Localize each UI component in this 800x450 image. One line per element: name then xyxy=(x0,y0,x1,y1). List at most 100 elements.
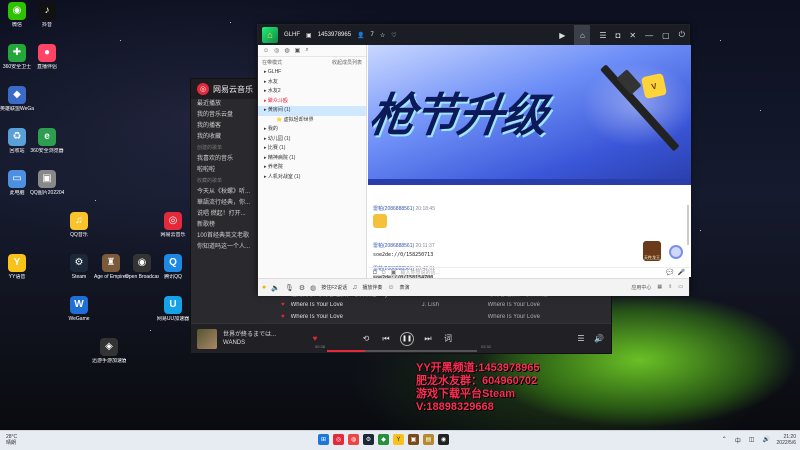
globe-icon[interactable]: ◍ xyxy=(284,47,289,54)
gamepad-icon[interactable]: ◘ xyxy=(616,31,621,40)
prev-icon[interactable]: ⏮ xyxy=(380,334,392,344)
microphone-icon[interactable]: 🎙 xyxy=(285,284,294,292)
channel-item[interactable]: ▸ GLHF xyxy=(258,68,366,78)
yy-window[interactable]: ⌂ GLHF ▣ 1453978965 👤 7 ☆ ♡ ▶ ⌂ ☰ ◘ ✕ — … xyxy=(257,24,691,296)
table-row[interactable]: ♥ Where Is Your Love Where Is Your Love xyxy=(261,311,611,323)
sidebar-item[interactable]: 你知道吗这一个人... xyxy=(191,242,261,253)
desktop-icon[interactable]: ♫ QQ音乐 xyxy=(62,212,96,238)
sidebar-item[interactable]: 今天从《秋螺》听... xyxy=(191,187,261,198)
yy-logo-icon[interactable]: ● xyxy=(262,284,266,291)
clock[interactable]: 21:20 2022/5/6 xyxy=(777,434,796,446)
desktop-icon[interactable]: ♻ 回收站 xyxy=(0,128,34,154)
taskbar-obs-icon[interactable]: ◉ xyxy=(438,434,449,445)
sidebar-item[interactable]: 新歌榜 xyxy=(191,220,261,231)
desktop-icon[interactable]: ✚ 360安全卫士 xyxy=(0,44,34,70)
card-icon[interactable]: ▣ xyxy=(295,47,301,54)
show-icon[interactable]: ☺ xyxy=(387,284,394,291)
sidebar-item[interactable]: 100首经典英文老歌 xyxy=(191,231,261,242)
channel-item[interactable]: ▸ 黄房间 (1) xyxy=(258,106,366,116)
gamepad-small-icon[interactable]: ◘ xyxy=(373,270,377,276)
message-sender[interactable]: 雷帕(2086888561) xyxy=(373,243,414,249)
play-accompaniment-button[interactable]: 播放伴奏 xyxy=(362,284,382,291)
push-to-talk-button[interactable]: 按住F2说话 xyxy=(321,284,347,291)
tv-icon[interactable]: ▭ xyxy=(678,284,683,291)
channel-item[interactable]: ▸ 水友2 xyxy=(258,87,366,97)
loop-icon[interactable]: ⟲ xyxy=(360,334,372,343)
sidebar-item[interactable]: 我的音乐云盘 xyxy=(191,110,261,121)
volume-tray-icon[interactable]: 🔊 xyxy=(763,436,770,445)
pin-icon[interactable]: ✕ xyxy=(629,31,636,40)
sidebar-item[interactable]: 最近播放 xyxy=(191,99,261,110)
chat-scrollbar[interactable] xyxy=(687,205,689,245)
table-row[interactable]: ♥ Where Is Your Love J. Lish Where Is Your … xyxy=(261,299,611,311)
desktop-icon[interactable]: ♜ Age of Empires... xyxy=(94,254,128,280)
desktop-icon[interactable]: ⚙ Steam xyxy=(62,254,96,280)
desktop-icon[interactable]: ♪ 抖音 xyxy=(30,2,64,28)
share-icon[interactable]: ⇪ xyxy=(668,284,672,291)
chat-input[interactable]: 输入你想说的话... xyxy=(400,269,662,276)
headset-icon[interactable]: ◍ xyxy=(310,284,316,292)
emoji-icon[interactable]: ☺ xyxy=(381,270,387,276)
desktop-icon[interactable]: Q 腾讯QQ xyxy=(156,254,190,280)
image-icon[interactable]: ▣ xyxy=(391,269,397,276)
gift-icon[interactable]: 天性龙王 xyxy=(643,241,661,261)
sidebar-item[interactable]: 啦啦啦 xyxy=(191,165,261,176)
desktop-icon[interactable]: ◎ 网易云音乐 xyxy=(156,212,190,238)
event-banner[interactable]: 枪节升级 V xyxy=(368,45,691,185)
sidebar-item[interactable]: 我的播客 xyxy=(191,121,261,132)
playlist-icon[interactable]: ☰ xyxy=(575,334,587,343)
taskbar-yy-icon[interactable]: Y xyxy=(393,434,404,445)
sidebar-item[interactable]: 说唱 燃起！打开... xyxy=(191,209,261,220)
settings-icon[interactable]: ⚙ xyxy=(299,284,305,292)
app-center-button[interactable]: 应用中心 xyxy=(631,284,651,291)
channel-item[interactable]: ▸ 聚众斗殴 xyxy=(258,97,366,107)
weather-widget[interactable]: 28°C 晴朗 xyxy=(6,434,17,446)
pause-button[interactable]: ❚❚ xyxy=(400,331,414,346)
input-language[interactable]: 中 xyxy=(735,436,741,445)
progress-bar[interactable]: 00:38 02:32 xyxy=(315,344,491,352)
favorite-icon[interactable]: ♡ xyxy=(391,32,396,39)
desktop-icon[interactable]: U 网易UU加速器 xyxy=(156,296,190,322)
desktop-icon[interactable]: ◈ 迅游手游加速器 xyxy=(92,338,126,364)
sidebar-item[interactable]: 我的收藏 xyxy=(191,132,261,143)
channel-item[interactable]: ▸ 养老院 xyxy=(258,163,366,173)
album-cover[interactable] xyxy=(197,328,217,349)
chat-bubble-icon[interactable]: 💬 xyxy=(666,269,673,276)
speaker-icon[interactable]: 🔈 xyxy=(271,284,280,292)
power-icon[interactable]: ⏻ xyxy=(679,30,685,40)
taskbar-game-icon[interactable]: ◆ xyxy=(378,434,389,445)
taskbar-app2-icon[interactable]: ▤ xyxy=(423,434,434,445)
mic-icon[interactable]: 🎤 xyxy=(678,269,691,276)
channel-item[interactable]: ▸ 水友 xyxy=(258,78,366,88)
minimize-icon[interactable]: — xyxy=(645,31,653,40)
maximize-icon[interactable]: ▢ xyxy=(662,31,670,40)
taskbar-chrome-icon[interactable]: ◍ xyxy=(348,434,359,445)
desktop-icon[interactable]: e 360安全浏览器 xyxy=(30,128,64,154)
volume-icon[interactable]: 🔊 xyxy=(593,334,605,343)
apps-grid-icon[interactable]: ▦ xyxy=(657,284,662,291)
channel-item[interactable]: ▸ 幼儿园 (1) xyxy=(258,135,366,145)
channel-item[interactable]: ▸ 人机对战室 (1) xyxy=(258,173,366,183)
desktop-icon[interactable]: ▭ 此电脑 xyxy=(0,170,34,196)
taskbar-app-icon[interactable]: ▣ xyxy=(408,434,419,445)
sidebar-item[interactable]: 我喜欢的音乐 xyxy=(191,154,261,165)
smiley-icon[interactable]: ☺ xyxy=(263,48,269,54)
channel-item[interactable]: ▸ 精神病院 (1) xyxy=(258,154,366,164)
network-icon[interactable]: ◫ xyxy=(749,436,755,445)
desktop-icon[interactable]: ● 直播伴侣 xyxy=(30,44,64,70)
start-icon[interactable]: ⊞ xyxy=(318,434,329,445)
desktop-icon[interactable]: ▣ QQ图片20220423... xyxy=(30,170,64,196)
taskbar-netease-icon[interactable]: ◎ xyxy=(333,434,344,445)
expand-icon[interactable]: ⭐ xyxy=(276,117,284,123)
desktop-icon[interactable]: W WeGame xyxy=(62,296,96,322)
sidebar-item[interactable]: 華語流行经典，你... xyxy=(191,198,261,209)
channel-item[interactable]: ▸ 比赛 (1) xyxy=(258,144,366,154)
search-icon[interactable]: ⌕ xyxy=(305,47,308,54)
taskbar-steam-icon[interactable]: ⚙ xyxy=(363,434,374,445)
music-icon[interactable]: ♫ xyxy=(352,284,357,291)
sub-channel-item[interactable]: ⭐ 虚拟轻却世界 xyxy=(258,116,366,126)
message-sender[interactable]: 雷帕(2086888561) xyxy=(373,206,414,212)
home-icon[interactable]: ⌂ xyxy=(574,25,591,45)
target-icon[interactable]: ◎ xyxy=(274,47,279,54)
channel-avatar-icon[interactable]: ⌂ xyxy=(262,27,278,43)
